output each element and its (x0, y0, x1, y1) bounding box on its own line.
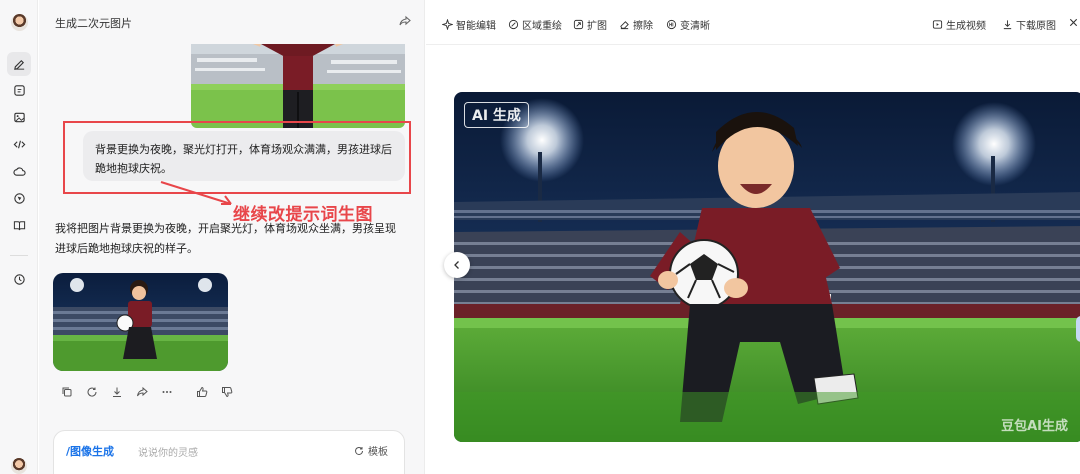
erase-button[interactable]: 擦除 (619, 17, 653, 32)
generated-image-preview[interactable]: AI 生成 豆包AI生成 (454, 92, 1080, 442)
cloud-icon (12, 166, 26, 176)
close-button[interactable] (1068, 17, 1079, 28)
play-icon (932, 20, 943, 29)
thumbs-up-icon (197, 386, 208, 397)
side-panel-handle[interactable] (1076, 316, 1080, 342)
stadium-night-thumbnail (53, 273, 228, 371)
image-icon (13, 112, 25, 122)
explore-button[interactable] (7, 186, 31, 210)
close-icon (1069, 18, 1078, 27)
chevron-left-icon (454, 261, 459, 269)
history-button[interactable] (7, 267, 31, 291)
region-redraw-button[interactable]: 区域重绘 (508, 17, 562, 32)
download-icon (1003, 20, 1012, 30)
download-original-label: 下载原图 (1016, 21, 1056, 32)
more-icon (162, 391, 172, 393)
forward-icon (137, 386, 148, 397)
share-icon[interactable] (398, 14, 412, 28)
conversation-title: 生成二次元图片 (55, 17, 132, 30)
rail-divider (10, 255, 28, 256)
chat-panel: 生成二次元图片 背景更换为夜晚，聚光灯打开，体育场观众满满，男孩进球后跪地抱球庆… (39, 0, 425, 474)
previous-generated-image[interactable] (191, 44, 405, 128)
generated-image-thumbnail[interactable] (53, 273, 228, 371)
assistant-reply: 我将把图片背景更换为夜晚，开启聚光灯，体育场观众坐满，男孩呈现进球后跪地抱球庆祝… (55, 222, 396, 255)
share-button[interactable] (130, 384, 154, 400)
command-tag[interactable]: /图像生成 (66, 443, 114, 459)
sparkle-icon (442, 19, 453, 30)
copy-button[interactable] (55, 384, 79, 400)
library-button[interactable] (7, 213, 31, 237)
left-rail (0, 0, 38, 474)
stadium-night-image (454, 92, 1080, 442)
prompt-placeholder: 说说你的灵感 (138, 448, 198, 459)
like-button[interactable] (190, 384, 214, 400)
profile-avatar[interactable] (11, 458, 27, 474)
cloud-button[interactable] (7, 159, 31, 183)
image-toolbar: 智能编辑 区域重绘 扩图 擦除 变清晰 生成视频 下载原图 (426, 0, 1080, 45)
annotation-arrow (160, 181, 232, 205)
prompt-input-box[interactable]: /图像生成 说说你的灵感 模板 (53, 430, 405, 474)
thumbs-down-icon (222, 387, 233, 398)
erase-label: 擦除 (633, 21, 653, 32)
previous-image-button[interactable] (444, 252, 470, 278)
dislike-button[interactable] (215, 384, 239, 400)
download-original-button[interactable]: 下载原图 (1002, 17, 1056, 32)
chat-history-button[interactable] (7, 78, 31, 102)
message-actions (55, 384, 240, 400)
download-button[interactable] (105, 384, 129, 400)
image-viewer: AI 生成 豆包AI生成 (426, 46, 1080, 474)
copy-icon (62, 387, 72, 397)
template-button[interactable]: 模板 (354, 443, 388, 458)
brush-icon (508, 19, 519, 30)
clock-icon (13, 273, 25, 285)
stadium-day-image (191, 44, 405, 128)
image-gen-button[interactable] (7, 105, 31, 129)
regenerate-button[interactable] (80, 384, 104, 400)
expand-label: 扩图 (587, 21, 607, 32)
watermark: 豆包AI生成 (1001, 419, 1068, 434)
region-redraw-label: 区域重绘 (522, 21, 562, 32)
smart-edit-label: 智能编辑 (456, 21, 496, 32)
book-icon (13, 220, 25, 230)
template-label: 模板 (368, 447, 388, 458)
ai-generated-badge: AI 生成 (464, 102, 529, 128)
user-avatar[interactable] (11, 14, 28, 31)
generate-video-label: 生成视频 (946, 21, 986, 32)
download-icon (113, 387, 121, 397)
expand-button[interactable]: 扩图 (573, 17, 607, 32)
expand-icon (573, 19, 584, 30)
chat-icon (13, 84, 25, 96)
code-button[interactable] (7, 132, 31, 156)
compass-icon (13, 192, 25, 204)
eraser-icon (620, 21, 629, 30)
sharpen-label: 变清晰 (680, 21, 710, 32)
smart-edit-button[interactable]: 智能编辑 (442, 17, 496, 32)
hd-icon (666, 19, 677, 30)
code-icon (13, 140, 25, 148)
new-chat-button[interactable] (7, 52, 31, 76)
template-icon (355, 446, 363, 455)
more-button[interactable] (155, 384, 179, 400)
edit-icon (13, 59, 24, 70)
refresh-icon (87, 387, 97, 397)
generate-video-button[interactable]: 生成视频 (932, 17, 986, 32)
sharpen-button[interactable]: 变清晰 (666, 17, 710, 32)
